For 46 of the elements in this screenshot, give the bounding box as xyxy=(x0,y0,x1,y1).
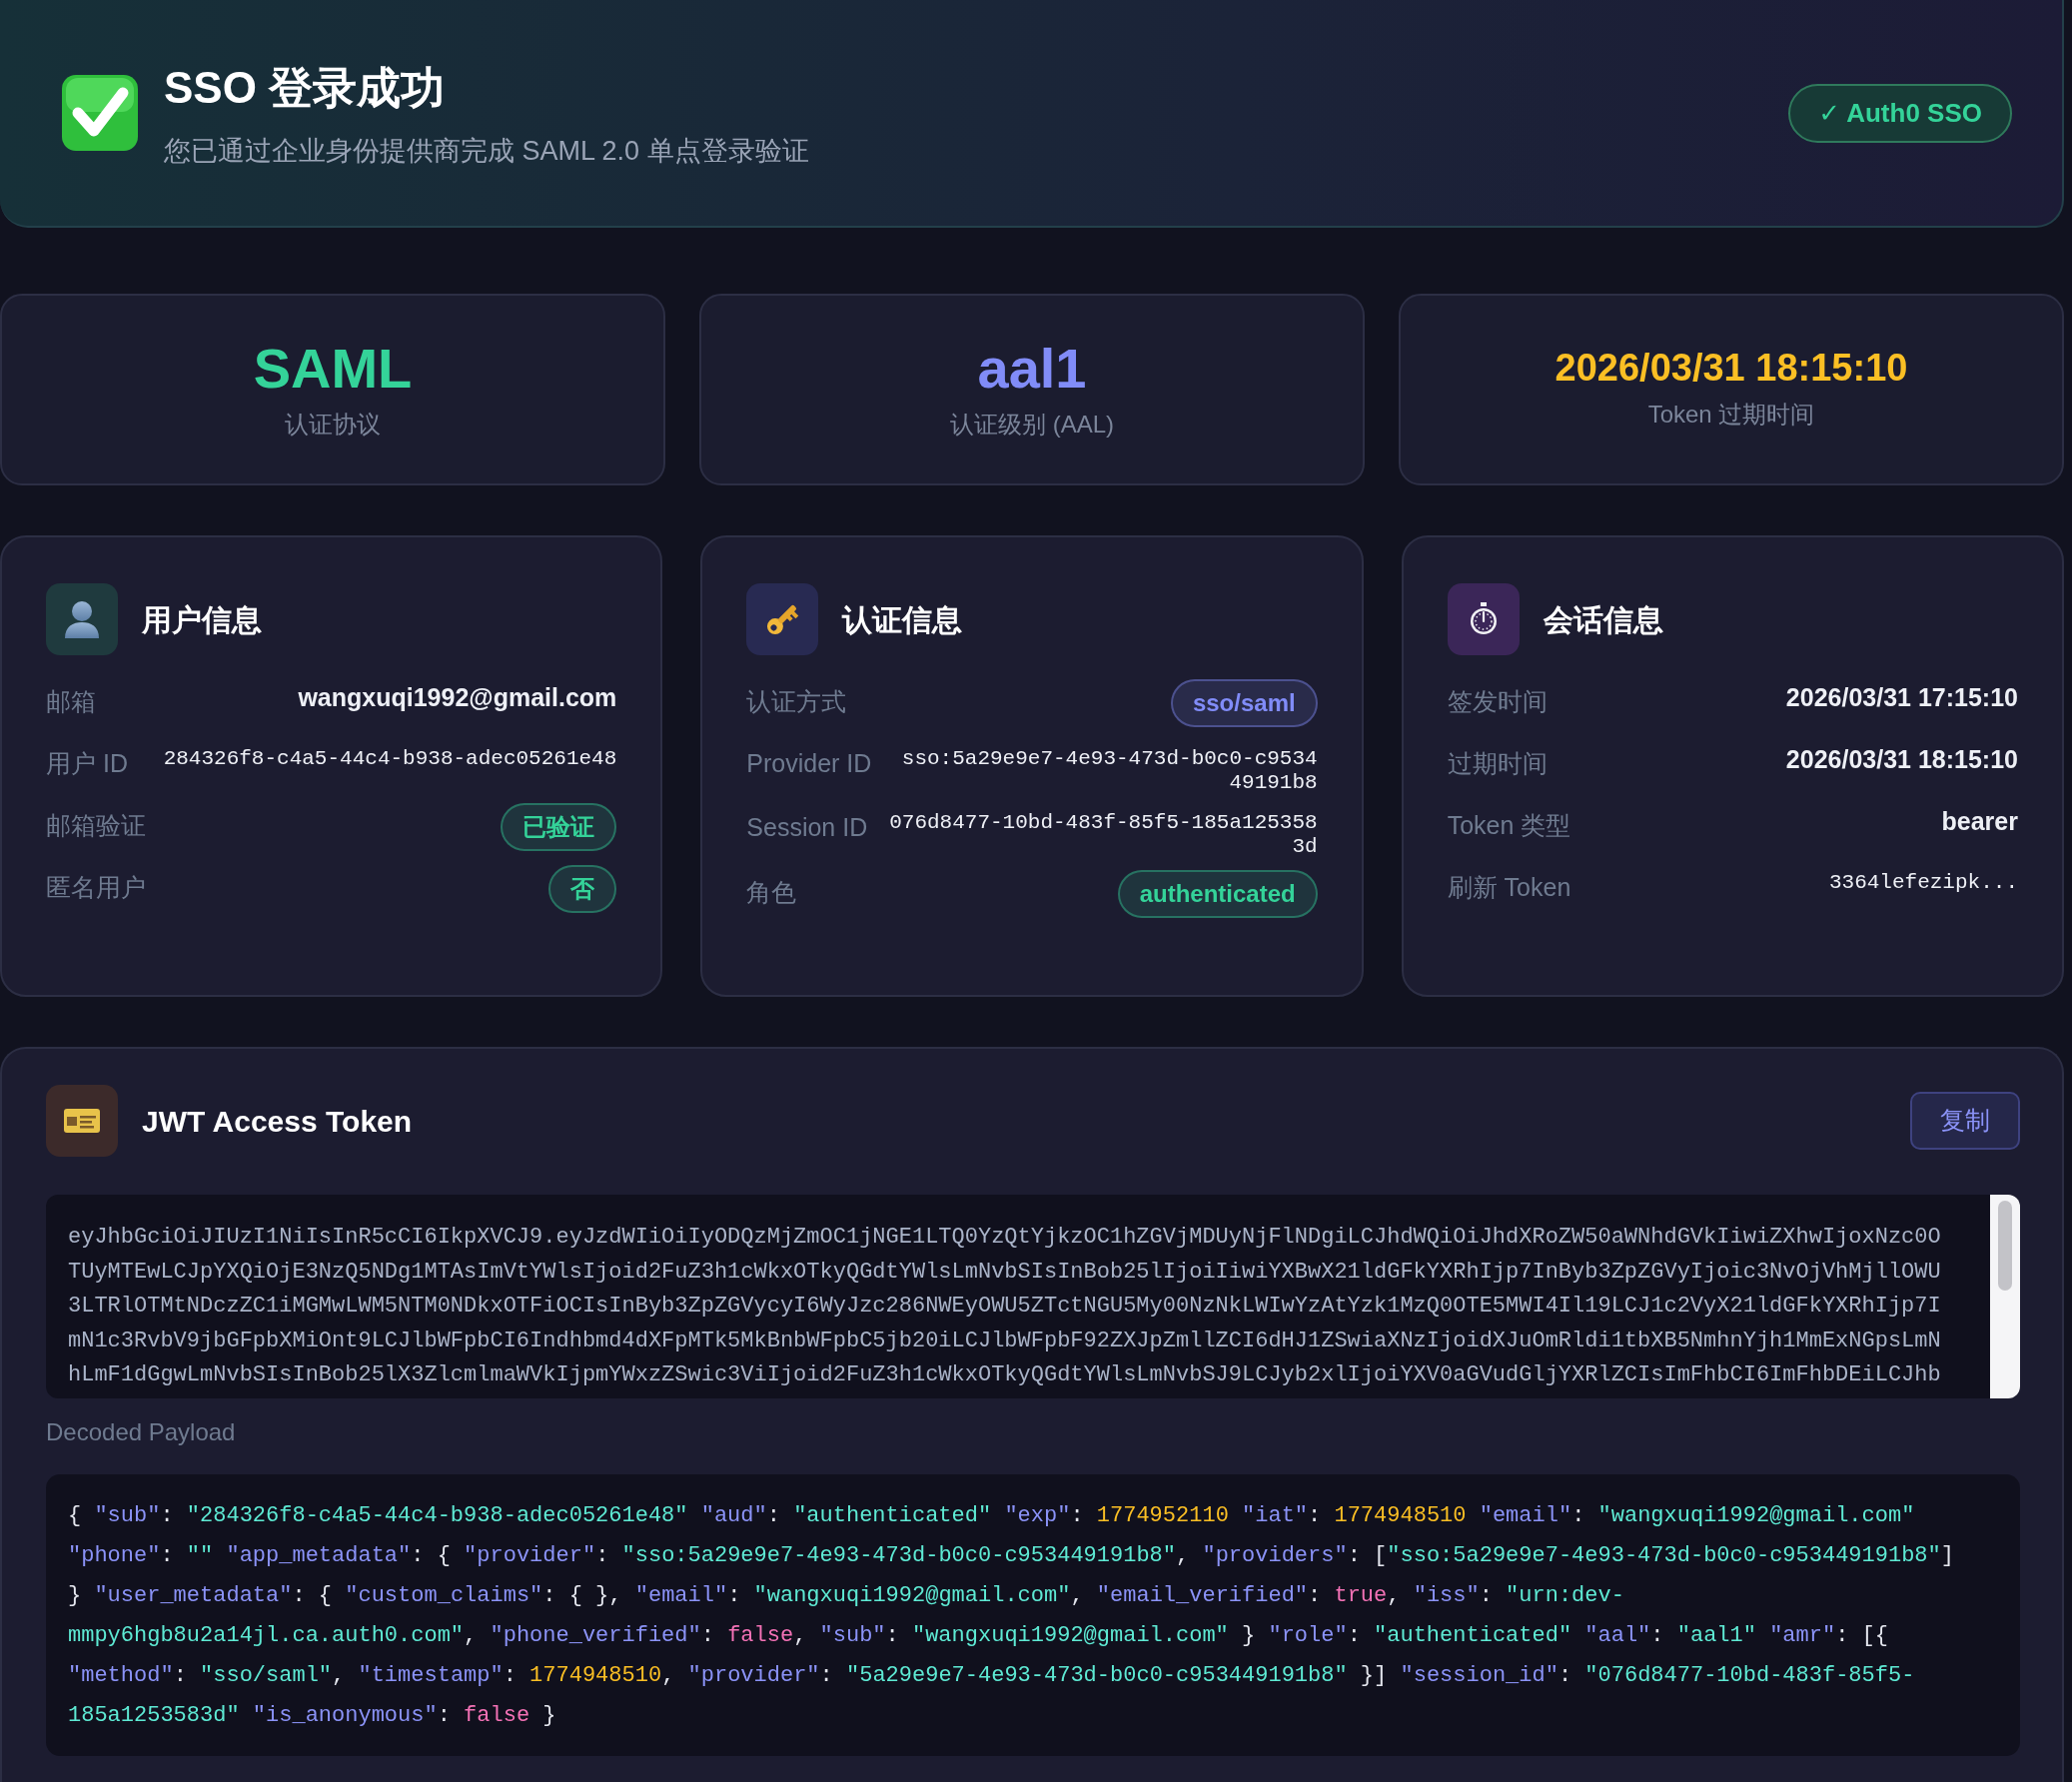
card-title: 会话信息 xyxy=(1543,601,1663,638)
field-label: 过期时间 xyxy=(1447,748,1548,779)
field-value: bearer xyxy=(1941,806,2018,837)
field-label: Token 类型 xyxy=(1447,810,1571,841)
stopwatch-icon xyxy=(1468,602,1499,636)
check-icon xyxy=(60,73,140,153)
field-label: 用户 ID xyxy=(46,748,128,779)
field-value: sso:5a29e9e7-4e93-473d-b0c0-c953449191b8 xyxy=(900,746,1318,796)
field-label: 邮箱 xyxy=(46,686,96,717)
stat-label: 认证协议 xyxy=(285,410,381,441)
card-title: 认证信息 xyxy=(842,601,963,638)
copy-button[interactable]: 复制 xyxy=(1910,1092,2020,1150)
field-label: 角色 xyxy=(746,876,797,908)
provider-badge: ✓ Auth0 SSO xyxy=(1788,83,2012,143)
stat-label: 认证级别 (AAL) xyxy=(950,410,1114,441)
scrollbar[interactable] xyxy=(1990,1195,2020,1398)
field-label: Session ID xyxy=(746,812,868,844)
field-value: 2026/03/31 17:15:10 xyxy=(1785,682,2018,713)
field-label: 认证方式 xyxy=(746,686,847,717)
card-title: JWT Access Token xyxy=(142,1103,414,1140)
field-value: 284326f8-c4a5-44c4-b938-adec05261e48 xyxy=(163,746,617,772)
status-tag: 否 xyxy=(548,865,617,913)
stat-value: aal1 xyxy=(977,336,1087,402)
field-value: 076d8477-10bd-483f-85f5-185a1253583d xyxy=(888,810,1318,860)
field-label: 签发时间 xyxy=(1447,686,1548,717)
status-tag: 已验证 xyxy=(501,803,617,851)
status-tag: sso/saml xyxy=(1170,679,1318,727)
field-value: 3364lefezipk... xyxy=(1828,870,2018,896)
field-label: 邮箱验证 xyxy=(46,810,146,841)
card-title: 用户信息 xyxy=(142,601,262,638)
field-label: Provider ID xyxy=(746,748,872,779)
stat-value: 2026/03/31 18:15:10 xyxy=(1554,347,1908,391)
payload-code: { "sub": "284326f8-c4a5-44c4-b938-adec05261e48" "aud": "authenticated" "exp": 1774952110 "iat": 1774948510 "email": "wangxuqi1992@gmail.com" "phone": "" "app_metadata": { "provider": "sso:5a29e9e7-4e93-473d-b0c0-c953449191b8", "providers": ["sso:5a29e9e7-4e93-473d-b0c0-c953449191b8"] } "user_metadata": { "custom_claims": { }, "email": "wangxuqi1992@gmail.com", "email_verified": true, "iss": "urn:dev- mmpy6hgb8u2a14jl.ca.auth0.com", "phone_verified": false, "sub": "wangxuqi1992@gmail.com" } "role": "authenticated" "aal": "aal1" "amr": [{ "method": "sso/saml", "timestamp": 1774948510, "provider": "5a29e9e7-4e93-473d-b0c0-c953449191b8" }] "session_id": "076d8477-10bd-483f-85f5- 185a1253583d" "is_anonymous": false } xyxy=(46,1474,2020,1756)
field-value: wangxuqi1992@gmail.com xyxy=(298,682,617,713)
field-value: 2026/03/31 18:15:10 xyxy=(1785,744,2018,775)
status-tag: authenticated xyxy=(1117,869,1318,918)
page-title: SSO 登录成功 xyxy=(164,61,447,114)
page-subtitle: 您已通过企业身份提供商完成 SAML 2.0 单点登录验证 xyxy=(164,134,810,168)
field-label: 刷新 Token xyxy=(1447,872,1571,903)
ticket-icon xyxy=(63,1108,101,1134)
stat-value: SAML xyxy=(253,336,413,402)
section-label: Decoded Payload xyxy=(46,1417,237,1447)
token-text: eyJhbGciOiJIUzI1NiIsInR5cCI6IkpXVCJ9.eyJzdWIiOiIyODQzMjZmOC1jNGE1LTQ0YzQtYjkzOC1hZGVjMDUyNjFlNDgiLCJhdWQiOiJhdXRoZW50aWNhdGVkIiwiZXhwIjoxNzc0O TUyMTEwLCJpYXQiOjE3NzQ5NDg1MTAsImVtYWlsIjoid2FuZ3h1cWkxOTkyQGdtYWlsLmNvbSIsInBob25lIjoiIiwiYXBwX21ldGFkYXRhIjp7InByb3ZpZGVyIjoic3NvOjVhMjllOWU 3LTRlOTMtNDczZC1iMGMwLWM5NTM0NDkxOTFiOCIsInByb3ZpZGVycyI6WyJzc286NWEyOWU5ZTctNGU5My00NzNkLWIwYzAtYzk1MzQ0OTE5MWI4Il19LCJ1c2VyX21ldGFkYXRhIjp7I mN1c3RvbV9jbGFpbXMiOnt9LCJlbWFpbCI6Indhbmd4dXFpMTk5MkBnbWFpbC5jb20iLCJlbWFpbF92ZXJpZmllZCI6dHJ1ZSwiaXNzIjoidXJuOmRldi1tbXB5NmhnYjh1MmExNGpsLmN hLmF1dGgwLmNvbSIsInBob25lX3ZlcmlmaWVkIjpmYWxzZSwic3ViIjoid2FuZ3h1cWkxOTkyQGdtYWlsLmNvbSJ9LCJyb2xlIjoiYXV0aGVudGljYXRlZCIsImFhbCI6ImFhbDEiLCJhb xyxy=(67,1224,1942,1389)
stat-label: Token 过期时间 xyxy=(1647,399,1815,430)
person-icon xyxy=(64,600,100,638)
field-label: 匿名用户 xyxy=(46,872,146,903)
